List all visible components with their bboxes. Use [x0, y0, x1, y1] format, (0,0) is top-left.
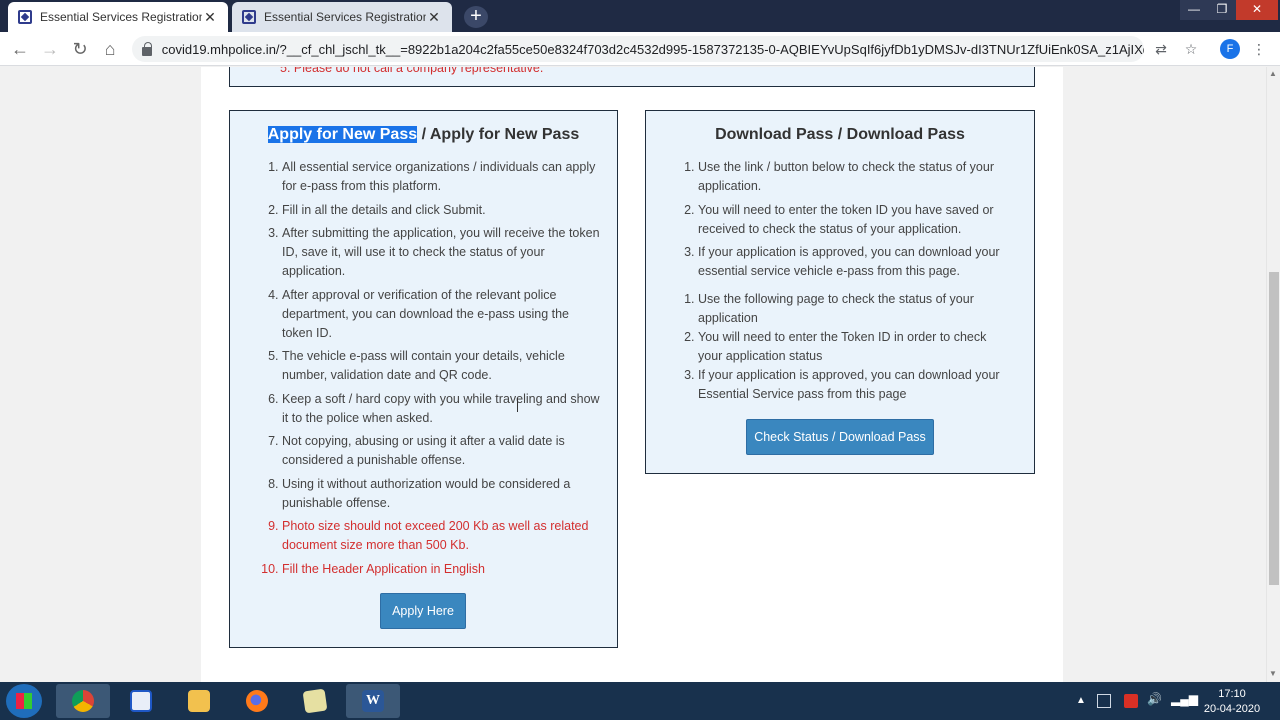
list-item: Using it without authorization would be … — [282, 475, 601, 513]
scroll-down-icon[interactable]: ▼ — [1269, 669, 1277, 678]
forward-arrow-icon[interactable]: → — [38, 38, 62, 60]
home-icon[interactable]: ⌂ — [98, 38, 122, 60]
sticky-notes-icon — [302, 688, 328, 714]
translate-icon[interactable]: ⇄ — [1152, 40, 1170, 58]
bookmark-star-icon[interactable]: ☆ — [1182, 40, 1200, 58]
list-item: The vehicle e-pass will contain your det… — [282, 347, 601, 385]
reload-icon[interactable]: ↻ — [68, 38, 92, 60]
download-instructions-list-2: Use the following page to check the stat… — [698, 290, 1012, 404]
volume-icon[interactable]: 🔊 — [1147, 692, 1162, 706]
instructions-panel-top: 5. Please do not call a company represen… — [229, 67, 1035, 87]
apply-instructions-list: All essential service organizations / in… — [282, 158, 601, 579]
new-tab-button[interactable]: + — [464, 6, 488, 28]
address-url: covid19.mhpolice.in/?__cf_chl_jschl_tk__… — [161, 41, 1144, 57]
taskbar-firefox[interactable] — [230, 684, 284, 718]
instruction-item-red: 5. Please do not call a company represen… — [280, 67, 544, 75]
taskbar-sticky-notes[interactable] — [288, 684, 342, 718]
download-panel: Download Pass / Download Pass Use the li… — [645, 110, 1035, 474]
minimize-window-icon[interactable]: — — [1180, 0, 1208, 20]
system-clock[interactable]: 17:10 20-04-2020 — [1196, 687, 1268, 717]
check-status-button[interactable]: Check Status / Download Pass — [746, 419, 934, 455]
apply-here-button[interactable]: Apply Here — [380, 593, 466, 629]
tab-active[interactable]: Essential Services Registration Fo ✕ — [8, 2, 228, 32]
network-signal-icon[interactable]: ▂▄▆ — [1171, 692, 1198, 706]
lock-icon — [142, 41, 152, 56]
show-hidden-icons-icon[interactable]: ▲ — [1076, 695, 1086, 706]
tab-title: Essential Services Registration Fo — [264, 10, 426, 24]
list-item: All essential service organizations / in… — [282, 158, 601, 196]
list-item: Not copying, abusing or using it after a… — [282, 432, 601, 470]
text-cursor-icon — [517, 398, 523, 412]
media-player-icon — [130, 690, 152, 712]
list-item: If your application is approved, you can… — [698, 243, 1012, 281]
maximize-window-icon[interactable]: ❐ — [1208, 0, 1236, 20]
content-container: 5. Please do not call a company represen… — [201, 67, 1063, 682]
chrome-icon — [72, 690, 94, 712]
site-favicon-icon — [18, 10, 32, 24]
browser-title-bar: Essential Services Registration Fo ✕ Ess… — [0, 0, 1280, 32]
tab-close-icon[interactable]: ✕ — [426, 9, 442, 26]
browser-toolbar: ← → ↻ ⌂ covid19.mhpolice.in/?__cf_chl_js… — [0, 32, 1280, 66]
firefox-icon — [246, 690, 268, 712]
taskbar-file-explorer[interactable] — [172, 684, 226, 718]
tab-close-icon[interactable]: ✕ — [202, 9, 218, 26]
taskbar-word[interactable]: W — [346, 684, 400, 718]
apply-panel-title: Apply for New Pass / Apply for New Pass — [230, 126, 617, 144]
scroll-up-icon[interactable]: ▲ — [1269, 69, 1277, 78]
page-viewport: 5. Please do not call a company represen… — [0, 67, 1266, 682]
list-item: After approval or verification of the re… — [282, 286, 601, 343]
tab-title: Essential Services Registration Fo — [40, 10, 202, 24]
security-alert-icon[interactable] — [1124, 694, 1138, 708]
tab-inactive[interactable]: Essential Services Registration Fo ✕ — [232, 2, 452, 32]
address-bar[interactable]: covid19.mhpolice.in/?__cf_chl_jschl_tk__… — [132, 36, 1144, 62]
taskbar-media-player[interactable] — [114, 684, 168, 718]
list-item: After submitting the application, you wi… — [282, 224, 601, 281]
browser-menu-icon[interactable]: ⋮ — [1250, 40, 1268, 58]
action-center-icon[interactable] — [1097, 694, 1111, 708]
taskbar-chrome[interactable] — [56, 684, 110, 718]
scrollbar-thumb[interactable] — [1269, 272, 1279, 585]
apply-panel: Apply for New Pass / Apply for New Pass … — [229, 110, 618, 648]
download-instructions-list: Use the link / button below to check the… — [698, 158, 1012, 281]
clock-time: 17:10 — [1218, 688, 1246, 700]
windows-taskbar: W ▲ 🔊 ▂▄▆ 17:10 20-04-2020 — [0, 682, 1280, 720]
clock-date: 20-04-2020 — [1203, 703, 1261, 715]
list-item-warning: Photo size should not exceed 200 Kb as w… — [282, 517, 601, 555]
start-button[interactable] — [6, 684, 42, 718]
word-icon: W — [362, 690, 384, 712]
list-item: Keep a soft / hard copy with you while t… — [282, 390, 601, 428]
list-item: Use the following page to check the stat… — [698, 290, 1012, 328]
profile-avatar[interactable]: F — [1220, 39, 1240, 59]
back-arrow-icon[interactable]: ← — [8, 38, 32, 60]
download-panel-title: Download Pass / Download Pass — [715, 126, 965, 143]
list-item: You will need to enter the token ID you … — [698, 201, 1012, 239]
list-item-warning: Fill the Header Application in English — [282, 560, 601, 579]
list-item: You will need to enter the Token ID in o… — [698, 328, 1012, 366]
selected-title-text: Apply for New Pass — [267, 126, 418, 143]
close-window-icon[interactable]: ✕ — [1236, 0, 1278, 20]
file-explorer-icon — [188, 690, 210, 712]
list-item: Fill in all the details and click Submit… — [282, 201, 601, 220]
list-item: If your application is approved, you can… — [698, 366, 1012, 404]
title-rest: / Apply for New Pass — [417, 126, 580, 143]
list-item: Use the link / button below to check the… — [698, 158, 1012, 196]
site-favicon-icon — [242, 10, 256, 24]
page-scrollbar[interactable]: ▲ ▼ — [1266, 67, 1280, 682]
